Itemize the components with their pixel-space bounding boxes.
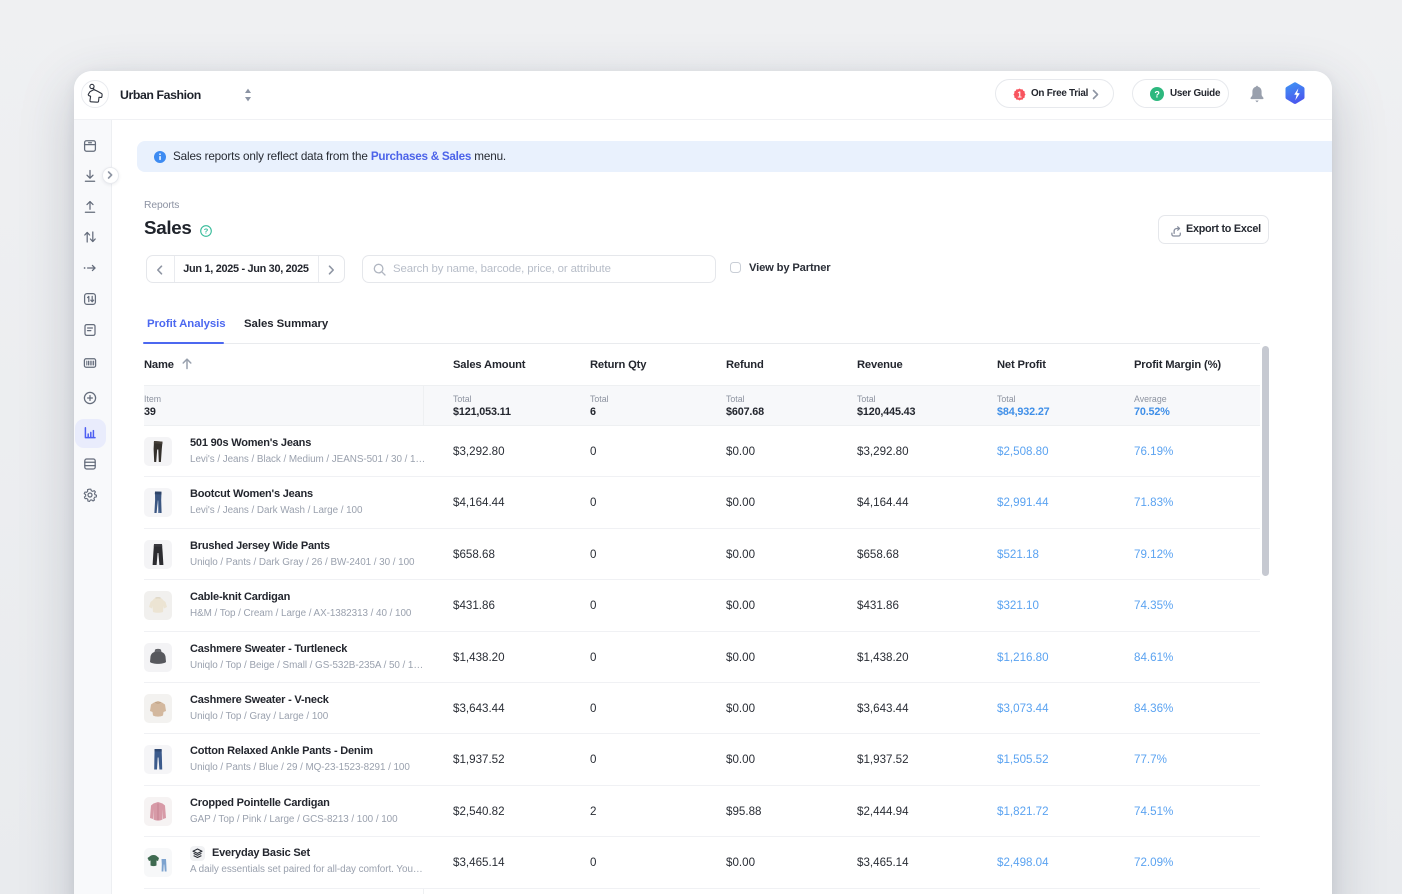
svg-text:?: ? [204, 227, 209, 236]
svg-text:?: ? [1154, 89, 1159, 99]
